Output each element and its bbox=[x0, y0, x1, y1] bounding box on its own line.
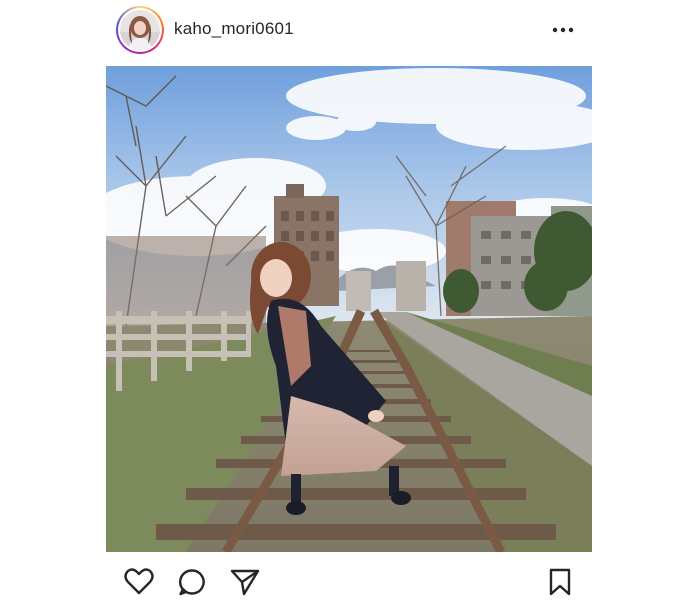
heart-icon[interactable] bbox=[124, 568, 154, 596]
post-photo[interactable] bbox=[106, 66, 592, 552]
instagram-post: kaho_mori0601 bbox=[0, 0, 700, 600]
post-header: kaho_mori0601 bbox=[0, 0, 700, 62]
more-options-icon[interactable] bbox=[551, 20, 575, 40]
post-actions bbox=[0, 560, 700, 600]
railway-track-photo bbox=[106, 66, 592, 552]
comment-bubble-icon[interactable] bbox=[178, 568, 208, 596]
avatar-story-ring[interactable] bbox=[116, 6, 164, 54]
bookmark-icon[interactable] bbox=[546, 568, 576, 596]
paper-plane-icon[interactable] bbox=[230, 568, 260, 596]
avatar[interactable] bbox=[120, 10, 160, 50]
username[interactable]: kaho_mori0601 bbox=[174, 19, 294, 39]
avatar-image bbox=[120, 10, 160, 50]
